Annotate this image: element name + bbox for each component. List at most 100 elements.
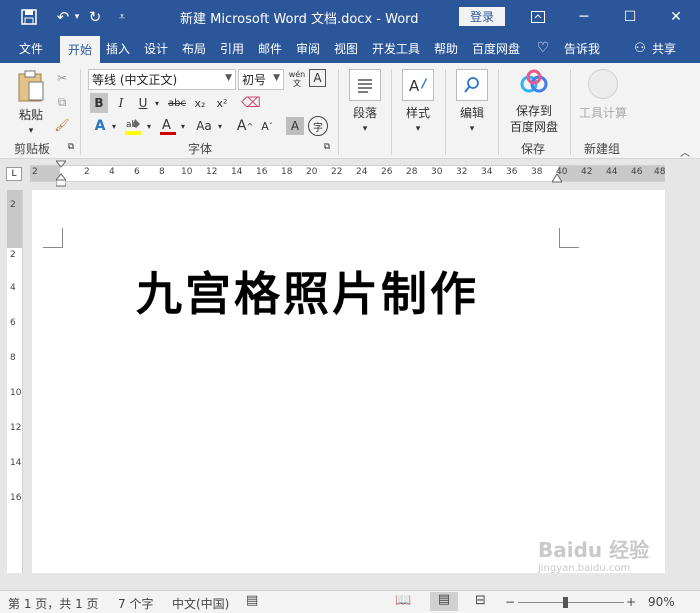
change-case-button[interactable]: Aa [192, 115, 216, 137]
ruler-tick: 12 [10, 423, 22, 433]
ribbon-display-icon[interactable] [518, 0, 558, 33]
document-title: 新建 Microsoft Word 文档.docx - Word [180, 12, 419, 27]
shrink-font-label: A [261, 119, 269, 133]
save-to-label-2: 百度网盘 [509, 120, 558, 134]
paste-label: 粘贴 [18, 108, 43, 122]
tab-home[interactable]: 开始 [60, 36, 100, 63]
shrink-font-button[interactable]: Aˇ [258, 115, 276, 137]
zoom-thumb[interactable] [562, 597, 568, 608]
zoom-out-icon[interactable]: − [505, 595, 515, 609]
close-icon[interactable]: ✕ [656, 0, 696, 33]
styles-label: 样式 [405, 106, 430, 120]
customize-icon[interactable]: ⩡ [112, 0, 132, 33]
zoom-in-icon[interactable]: + [626, 595, 636, 609]
font-color-button[interactable]: A [158, 115, 178, 137]
text-effects-dropdown-icon[interactable]: ▾ [109, 115, 119, 137]
tell-me-button[interactable]: 告诉我 [558, 33, 606, 63]
collapse-ribbon-icon[interactable]: ︿ [678, 145, 692, 159]
ruler-tick: 28 [406, 167, 418, 177]
tab-file[interactable]: 文件 [8, 33, 54, 63]
tab-review[interactable]: 审阅 [292, 33, 324, 63]
tool-calc-button[interactable]: 工具计算 [576, 69, 630, 121]
strikethrough-button[interactable]: abc [166, 93, 188, 113]
zoom-level[interactable]: 90% [648, 595, 675, 609]
character-shading-button[interactable]: A [286, 117, 304, 135]
underline-dropdown-icon[interactable]: ▾ [152, 93, 162, 113]
accessibility-icon[interactable]: ▤ [246, 593, 258, 608]
tab-mailings[interactable]: 邮件 [254, 33, 286, 63]
enclose-characters-button[interactable]: 字 [308, 116, 328, 136]
grow-font-button[interactable]: A ^ [236, 115, 254, 137]
baidu-netdisk-icon [518, 69, 550, 101]
horizontal-ruler[interactable]: 2 2 4 6 8 10 12 14 16 18 20 22 24 26 28 … [30, 165, 665, 182]
font-color-dropdown-icon[interactable]: ▾ [178, 115, 188, 137]
save-icon[interactable] [14, 0, 44, 33]
editing-button[interactable]: 编辑 ▾ [452, 69, 492, 137]
subscript-button[interactable]: x₂ [191, 93, 209, 113]
document-page[interactable]: 九宫格照片制作 [32, 190, 665, 573]
ruler-tick: 12 [206, 167, 218, 177]
font-size-select[interactable]: 初号 ▼ [238, 69, 284, 90]
font-name-select[interactable]: 等线 (中文正文) ▼ [88, 69, 236, 90]
character-border-button[interactable]: A [309, 69, 326, 87]
print-layout-icon[interactable]: ▤ [430, 592, 458, 611]
tab-selector[interactable]: L [6, 167, 22, 181]
ruler-tick: 8 [159, 167, 165, 177]
vertical-ruler[interactable]: 2 2 4 6 8 10 12 14 16 [7, 190, 23, 573]
italic-button[interactable]: I [112, 93, 130, 113]
read-mode-icon[interactable]: 📖 [395, 593, 411, 608]
document-heading[interactable]: 九宫格照片制作 [136, 258, 479, 324]
highlight-icon[interactable]: ab [122, 115, 144, 137]
phonetic-guide-button[interactable]: wén 文 [288, 68, 306, 90]
tab-developer[interactable]: 开发工具 [368, 33, 424, 63]
ruler-tick: 24 [356, 167, 368, 177]
tab-references[interactable]: 引用 [216, 33, 248, 63]
divider [498, 69, 499, 155]
web-layout-icon[interactable]: ⊟ [475, 593, 486, 608]
language-status[interactable]: 中文(中国) [172, 595, 229, 612]
save-to-baidu-button[interactable]: 保存到 百度网盘 [503, 69, 565, 135]
search-icon [456, 69, 488, 101]
tab-view[interactable]: 视图 [330, 33, 362, 63]
redo-icon[interactable]: ↻ [82, 0, 108, 33]
paste-dropdown-icon[interactable]: ▾ [29, 123, 34, 139]
clipboard-launcher-icon[interactable]: ⧉ [66, 141, 76, 153]
ruler-tick: 6 [134, 167, 140, 177]
chevron-down-icon: ▾ [415, 124, 421, 134]
cut-icon[interactable]: ✂ [54, 69, 70, 87]
word-count[interactable]: 7 个字 [118, 595, 153, 612]
font-launcher-icon[interactable]: ⧉ [322, 141, 332, 153]
paragraph-button[interactable]: 段落 ▾ [346, 69, 384, 137]
superscript-button[interactable]: x² [213, 93, 231, 113]
tab-layout[interactable]: 布局 [178, 33, 210, 63]
paragraph-label: 段落 [352, 106, 377, 120]
indent-markers[interactable] [54, 160, 68, 190]
copy-icon[interactable]: ⧉ [54, 93, 70, 111]
styles-button[interactable]: A 样式 ▾ [398, 69, 438, 137]
page-count[interactable]: 第 1 页，共 1 页 [8, 595, 99, 612]
tab-baidu-netdisk[interactable]: 百度网盘 [468, 33, 524, 63]
tab-design[interactable]: 设计 [140, 33, 172, 63]
minimize-icon[interactable]: ─ [564, 0, 604, 33]
ruler-tick: 6 [10, 318, 16, 328]
right-indent-marker[interactable] [551, 172, 563, 183]
highlight-dropdown-icon[interactable]: ▾ [144, 115, 154, 137]
lightbulb-icon[interactable]: ♡ [532, 33, 554, 63]
ruler-tick: 44 [606, 167, 618, 177]
text-effects-icon[interactable]: A [90, 115, 110, 137]
ruler-margin-top [7, 190, 22, 248]
zoom-slider[interactable] [518, 597, 624, 608]
tab-insert[interactable]: 插入 [102, 33, 134, 63]
bold-button[interactable]: B [90, 93, 108, 113]
svg-text:A: A [162, 118, 171, 133]
share-button[interactable]: 共享 [648, 33, 680, 63]
maximize-icon[interactable]: ☐ [610, 0, 650, 33]
format-painter-icon[interactable]: 🖌 [54, 116, 70, 134]
change-case-dropdown-icon[interactable]: ▾ [215, 115, 225, 137]
paste-button[interactable]: 粘贴 ▾ [10, 69, 52, 139]
clear-formatting-icon[interactable]: ⌫ [240, 93, 262, 113]
tab-help[interactable]: 帮助 [430, 33, 462, 63]
person-icon[interactable]: ⚇ [630, 33, 650, 63]
login-button[interactable]: 登录 [459, 7, 505, 26]
underline-button[interactable]: U [134, 93, 152, 113]
